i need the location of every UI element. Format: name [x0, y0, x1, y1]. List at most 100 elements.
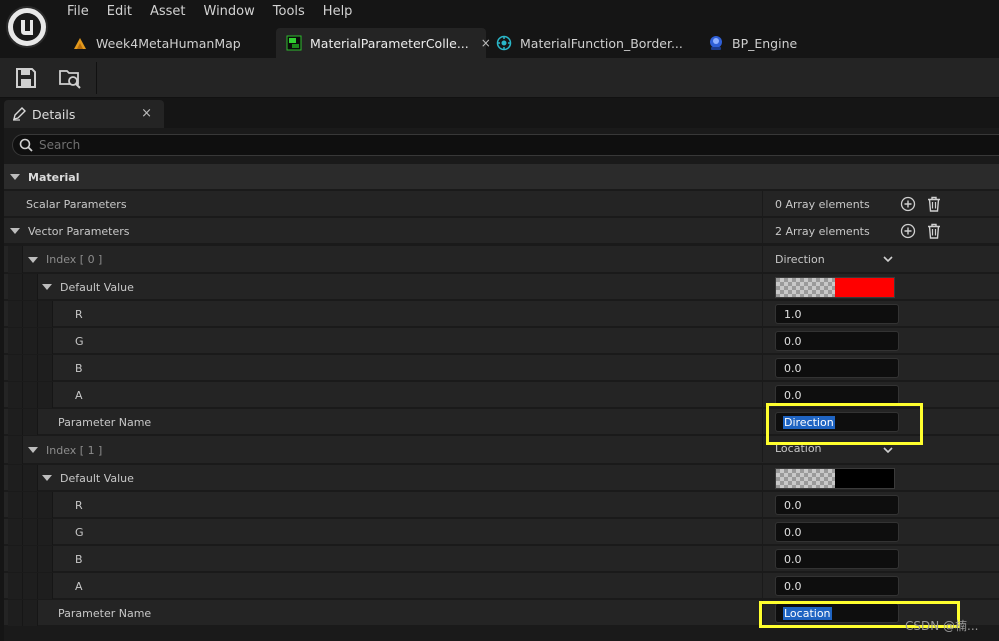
- alpha-preview: [776, 278, 835, 297]
- index-0-value: Direction: [775, 253, 825, 266]
- indent-guide: [8, 492, 23, 518]
- menu-help[interactable]: Help: [314, 3, 362, 20]
- category-material[interactable]: Material: [4, 164, 999, 190]
- details-panel: Material Scalar Parameters 0 Array eleme…: [4, 128, 999, 641]
- row-default-value-0[interactable]: Default Value: [4, 274, 999, 300]
- unreal-logo-icon[interactable]: [6, 6, 48, 48]
- g-input[interactable]: 0.0: [775, 522, 899, 542]
- r-input[interactable]: 1.0: [775, 304, 899, 324]
- column-divider: [762, 355, 763, 381]
- watermark: CSDN @楠...: [905, 619, 979, 633]
- color-swatch[interactable]: [775, 277, 895, 298]
- row-b-1: B 0.0: [4, 546, 999, 572]
- pencil-icon: [13, 107, 26, 121]
- delete-all-icon[interactable]: [926, 223, 942, 239]
- tab-label: BP_Engine: [732, 35, 798, 51]
- delete-all-icon[interactable]: [926, 196, 942, 212]
- chevron-down-icon[interactable]: [883, 445, 893, 455]
- indent-guide: [8, 328, 23, 354]
- column-divider: [762, 328, 763, 354]
- add-element-icon[interactable]: [900, 196, 916, 212]
- indent-guide: [23, 600, 38, 626]
- expand-arrow-icon[interactable]: [42, 284, 52, 290]
- menu-file[interactable]: File: [58, 3, 98, 20]
- material-parameter-collection-icon: [286, 35, 302, 51]
- g-input[interactable]: 0.0: [775, 331, 899, 351]
- row-a-1: A 0.0: [4, 573, 999, 599]
- indent-guide: [23, 301, 38, 327]
- tab-material-function[interactable]: MaterialFunction_Border...: [486, 28, 698, 58]
- indent-guide: [8, 274, 23, 300]
- level-icon: [74, 38, 86, 49]
- indent-guide: [8, 573, 23, 599]
- menu-window[interactable]: Window: [195, 3, 264, 20]
- indent-guide: [8, 546, 23, 572]
- indent-guide: [8, 382, 23, 408]
- expand-arrow-icon[interactable]: [10, 228, 20, 234]
- index-label: Index [ 0 ]: [46, 253, 103, 266]
- material-function-icon: [496, 35, 512, 51]
- expand-arrow-icon[interactable]: [42, 475, 52, 481]
- b-input[interactable]: 0.0: [775, 358, 899, 378]
- channel-label: B: [75, 361, 83, 375]
- category-label: Material: [28, 170, 80, 184]
- tab-label: MaterialParameterColle...: [310, 35, 469, 51]
- indent-guide: [38, 573, 53, 599]
- r-input[interactable]: 0.0: [775, 495, 899, 515]
- channel-label: R: [75, 498, 83, 512]
- browse-to-asset-icon[interactable]: [58, 66, 82, 90]
- search-box[interactable]: [12, 134, 999, 156]
- toolbar-separator: [96, 62, 97, 94]
- tab-details[interactable]: Details ×: [4, 100, 164, 128]
- title-bar: File Edit Asset Window Tools Help Week4M…: [0, 0, 999, 58]
- document-tabs: Week4MetaHumanMap MaterialParameterColle…: [62, 28, 818, 58]
- scalar-parameters-label: Scalar Parameters: [26, 197, 127, 211]
- row-g-0: G 0.0: [4, 328, 999, 354]
- indent-guide: [38, 492, 53, 518]
- indent-guide: [23, 355, 38, 381]
- menu-edit[interactable]: Edit: [98, 3, 141, 20]
- row-index-0[interactable]: Index [ 0 ] Direction: [4, 246, 999, 273]
- channel-label: G: [75, 525, 84, 539]
- indent-guide: [8, 519, 23, 545]
- row-g-1: G 0.0: [4, 519, 999, 545]
- color-swatch[interactable]: [775, 468, 895, 489]
- row-vector-parameters[interactable]: Vector Parameters 2 Array elements: [4, 218, 999, 244]
- indent-guide: [8, 409, 23, 435]
- indent-guide: [38, 546, 53, 572]
- save-icon[interactable]: [14, 66, 38, 90]
- menu-asset[interactable]: Asset: [141, 3, 195, 20]
- a-input[interactable]: 0.0: [775, 385, 899, 405]
- indent-guide: [38, 382, 53, 408]
- default-value-label: Default Value: [60, 280, 134, 294]
- tab-bp-engine[interactable]: BP_Engine: [698, 28, 818, 58]
- expand-arrow-icon[interactable]: [28, 256, 38, 263]
- channel-label: A: [75, 579, 83, 593]
- vector-parameters-label: Vector Parameters: [28, 224, 130, 238]
- color-preview: [835, 469, 894, 488]
- search-icon: [19, 138, 33, 152]
- column-divider: [762, 382, 763, 408]
- tab-week4metahumanmap[interactable]: Week4MetaHumanMap: [62, 28, 276, 58]
- close-icon[interactable]: ×: [141, 106, 152, 121]
- expand-arrow-icon[interactable]: [28, 447, 38, 453]
- column-divider: [762, 436, 763, 462]
- channel-label: G: [75, 334, 84, 348]
- menu-bar: File Edit Asset Window Tools Help: [58, 3, 361, 20]
- channel-label: B: [75, 552, 83, 566]
- indent-guide: [8, 465, 23, 491]
- alpha-preview: [776, 469, 835, 488]
- add-element-icon[interactable]: [900, 223, 916, 239]
- tab-material-parameter-collection[interactable]: MaterialParameterColle... ×: [276, 28, 491, 58]
- search-input[interactable]: [39, 138, 939, 152]
- channel-label: R: [75, 307, 83, 321]
- a-input[interactable]: 0.0: [775, 576, 899, 596]
- chevron-down-icon[interactable]: [883, 254, 893, 264]
- indent-guide: [23, 409, 38, 435]
- row-r-0: R 1.0: [4, 301, 999, 327]
- expand-arrow-icon[interactable]: [10, 174, 20, 180]
- b-input[interactable]: 0.0: [775, 549, 899, 569]
- indent-guide: [23, 382, 38, 408]
- row-default-value-1[interactable]: Default Value: [4, 465, 999, 491]
- menu-tools[interactable]: Tools: [264, 3, 314, 20]
